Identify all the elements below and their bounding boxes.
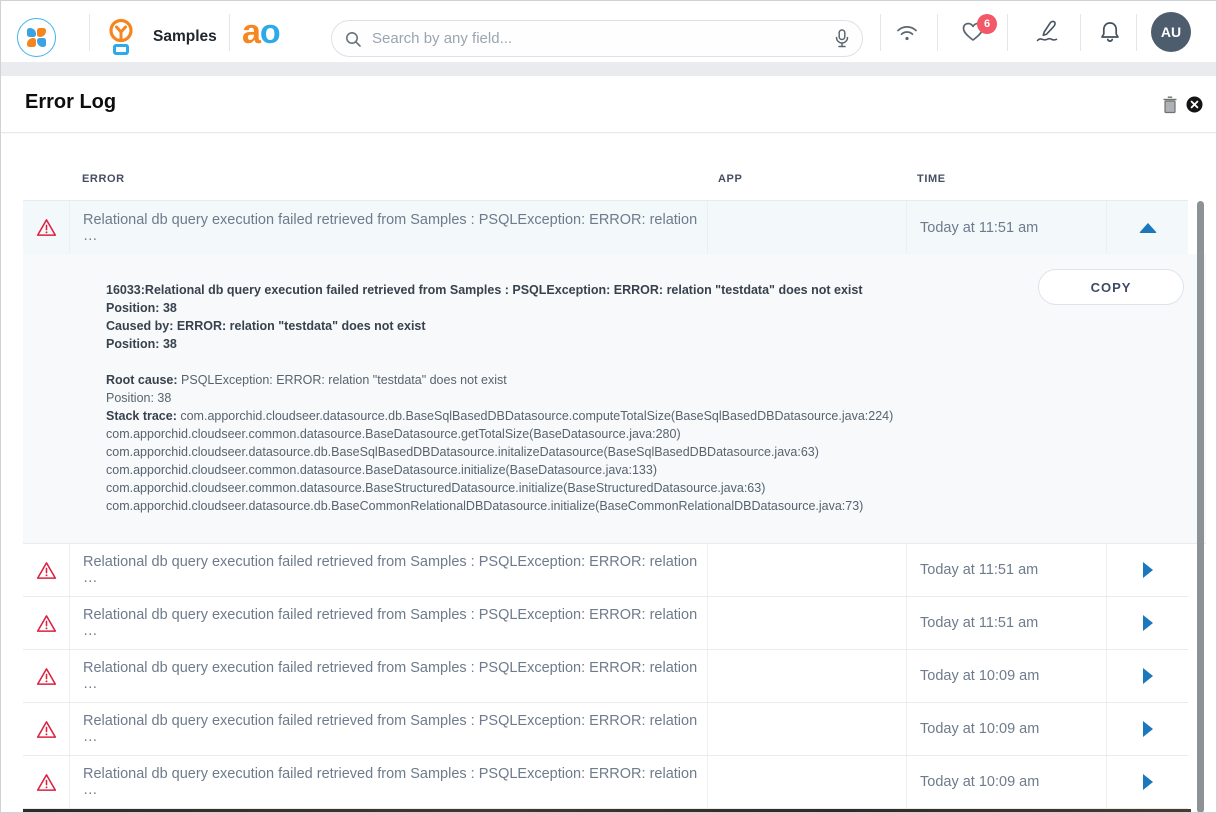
- divider: [1136, 14, 1137, 51]
- app-cell: [707, 703, 906, 755]
- pinwheel-icon: [27, 28, 46, 47]
- warning-icon: [23, 544, 69, 596]
- chevron-right-icon: [1143, 774, 1153, 790]
- app-cell: [707, 597, 906, 649]
- stack-trace-line: com.apporchid.cloudseer.datasource.db.Ba…: [106, 443, 966, 461]
- error-message: Relational db query execution failed ret…: [69, 544, 707, 596]
- search-icon: [344, 30, 362, 48]
- chevron-right-icon: [1143, 668, 1153, 684]
- table-row[interactable]: Relational db query execution failed ret…: [23, 650, 1188, 703]
- wifi-button[interactable]: [889, 1, 925, 63]
- search-input[interactable]: [372, 30, 834, 47]
- signature-button[interactable]: [1029, 1, 1065, 63]
- search-bar: [331, 20, 863, 57]
- trash-icon: [1162, 96, 1178, 114]
- app-cell: [707, 756, 906, 808]
- table-row[interactable]: Relational db query execution failed ret…: [23, 756, 1188, 809]
- favorites-count-badge: 6: [977, 14, 997, 34]
- page-background-strip: [1, 63, 1216, 76]
- detail-summary-line: Position: 38: [106, 335, 966, 353]
- divider: [89, 14, 90, 51]
- user-avatar[interactable]: AU: [1151, 12, 1191, 52]
- table-row[interactable]: Relational db query execution failed ret…: [23, 597, 1188, 650]
- error-log-header: Error Log: [1, 76, 1216, 133]
- workspace-label: Samples: [153, 28, 217, 46]
- error-detail-panel: 16033:Relational db query execution fail…: [23, 254, 1206, 544]
- time-cell: Today at 11:51 am: [906, 201, 1106, 254]
- error-message: Relational db query execution failed ret…: [69, 201, 707, 254]
- signature-pen-icon: [1034, 19, 1060, 45]
- stack-trace-line: com.apporchid.cloudseer.common.datasourc…: [106, 425, 966, 443]
- divider: [1080, 14, 1081, 51]
- warning-icon: [23, 703, 69, 755]
- divider: [937, 14, 938, 51]
- column-header-error: ERROR: [82, 173, 125, 185]
- lightbulb-icon[interactable]: [104, 17, 138, 57]
- topbar: Samples ao 6: [1, 1, 1216, 63]
- app-launcher-button[interactable]: [17, 18, 56, 57]
- error-message: Relational db query execution failed ret…: [69, 756, 707, 808]
- column-header-app: APP: [718, 173, 742, 185]
- partial-next-row: [23, 809, 1191, 813]
- table-row[interactable]: Relational db query execution failed ret…: [23, 703, 1188, 756]
- divider: [880, 14, 881, 51]
- time-cell: Today at 10:09 am: [906, 756, 1106, 808]
- stack-trace-line: com.apporchid.cloudseer.common.datasourc…: [106, 479, 966, 497]
- warning-icon: [23, 597, 69, 649]
- apporchid-logo[interactable]: ao: [242, 14, 280, 50]
- column-header-time: TIME: [917, 173, 946, 185]
- error-message: Relational db query execution failed ret…: [69, 597, 707, 649]
- time-cell: Today at 11:51 am: [906, 597, 1106, 649]
- expand-row-button[interactable]: [1106, 597, 1188, 649]
- stack-trace-line: com.apporchid.cloudseer.common.datasourc…: [106, 461, 966, 479]
- chevron-up-icon: [1139, 223, 1157, 233]
- clear-log-button[interactable]: [1162, 76, 1178, 133]
- microphone-icon[interactable]: [834, 29, 850, 49]
- close-icon: [1186, 96, 1203, 113]
- detail-summary-line: Caused by: ERROR: relation "testdata" do…: [106, 317, 966, 335]
- stack-trace-line: com.apporchid.cloudseer.datasource.db.Ba…: [106, 497, 966, 515]
- app-window: Samples ao 6: [0, 0, 1217, 813]
- wifi-icon: [894, 21, 920, 43]
- table-header: ERROR APP TIME: [23, 133, 1188, 201]
- warning-icon: [23, 756, 69, 808]
- stack-trace-line: Stack trace: com.apporchid.cloudseer.dat…: [106, 407, 966, 425]
- detail-summary-line: Position: 38: [106, 299, 966, 317]
- warning-icon: [23, 201, 69, 254]
- time-cell: Today at 11:51 am: [906, 544, 1106, 596]
- page-title: Error Log: [25, 91, 116, 114]
- chevron-right-icon: [1143, 615, 1153, 631]
- position-line: Position: 38: [106, 389, 966, 407]
- expand-row-button[interactable]: [1106, 650, 1188, 702]
- error-message: Relational db query execution failed ret…: [69, 703, 707, 755]
- chevron-right-icon: [1143, 721, 1153, 737]
- time-cell: Today at 10:09 am: [906, 650, 1106, 702]
- app-cell: [707, 650, 906, 702]
- root-cause-line: Root cause: PSQLException: ERROR: relati…: [106, 371, 966, 389]
- vertical-scrollbar[interactable]: [1197, 201, 1204, 813]
- collapse-row-button[interactable]: [1106, 201, 1188, 254]
- warning-icon: [23, 650, 69, 702]
- notifications-button[interactable]: [1093, 1, 1127, 63]
- expand-row-button[interactable]: [1106, 544, 1188, 596]
- time-cell: Today at 10:09 am: [906, 703, 1106, 755]
- favorites-button[interactable]: 6: [953, 1, 993, 63]
- detail-summary-line: 16033:Relational db query execution fail…: [106, 281, 966, 299]
- copy-button[interactable]: COPY: [1038, 269, 1184, 305]
- close-panel-button[interactable]: [1186, 76, 1203, 133]
- divider: [1007, 14, 1008, 51]
- app-cell: [707, 544, 906, 596]
- table-row[interactable]: Relational db query execution failed ret…: [23, 544, 1188, 597]
- bell-icon: [1099, 20, 1121, 44]
- app-cell: [707, 201, 906, 254]
- expand-row-button[interactable]: [1106, 703, 1188, 755]
- chevron-right-icon: [1143, 562, 1153, 578]
- table-row[interactable]: Relational db query execution failed ret…: [23, 201, 1188, 254]
- expand-row-button[interactable]: [1106, 756, 1188, 808]
- error-table-body: Relational db query execution failed ret…: [23, 201, 1206, 809]
- error-message: Relational db query execution failed ret…: [69, 650, 707, 702]
- divider: [229, 14, 230, 51]
